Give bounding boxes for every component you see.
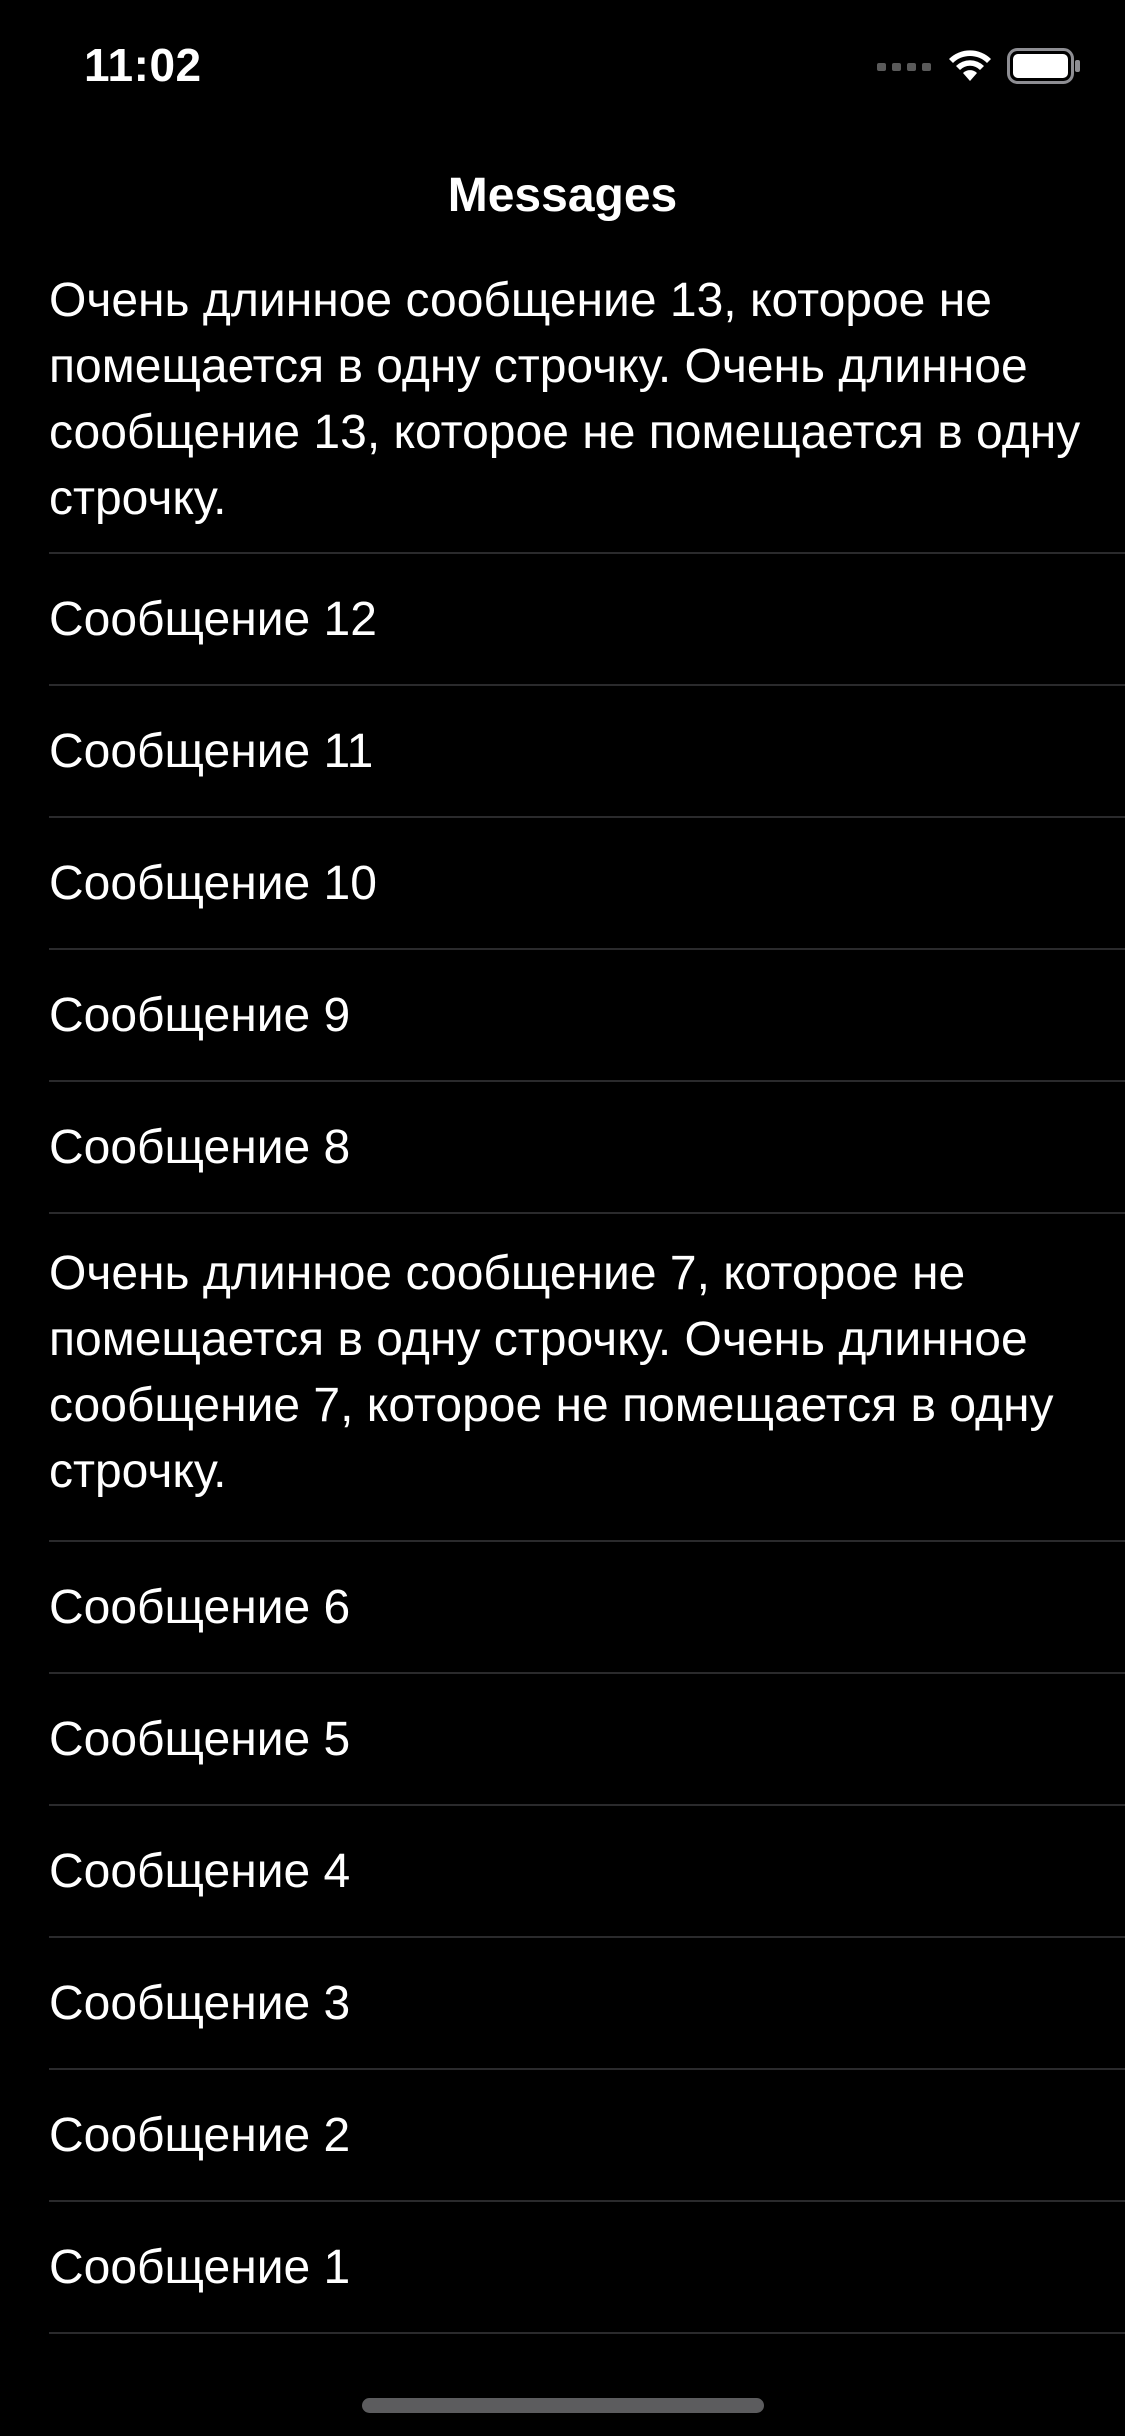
message-cell[interactable]: Очень длинное сообщение 13, которое не п…	[0, 256, 1125, 554]
message-cell[interactable]: Сообщение 5	[0, 1674, 1125, 1806]
message-cell[interactable]: Сообщение 4	[0, 1806, 1125, 1938]
message-text: Сообщение 1	[49, 2241, 351, 2294]
page-title: Messages	[447, 169, 678, 222]
message-text: Сообщение 11	[49, 725, 374, 778]
message-cell[interactable]: Сообщение 8	[0, 1082, 1125, 1214]
cellular-signal-icon	[877, 59, 933, 77]
message-text: Сообщение 8	[49, 1121, 351, 1174]
message-cell[interactable]: Сообщение 6	[0, 1542, 1125, 1674]
message-text: Сообщение 6	[49, 1581, 351, 1634]
message-cell[interactable]: Сообщение 9	[0, 950, 1125, 1082]
message-text: Сообщение 3	[49, 1977, 351, 2030]
message-cell[interactable]: Сообщение 3	[0, 1938, 1125, 2070]
wifi-icon	[947, 49, 993, 88]
home-indicator[interactable]	[362, 2398, 764, 2413]
message-cell[interactable]: Сообщение 12	[0, 554, 1125, 686]
status-icons	[877, 47, 1081, 89]
message-text: Сообщение 9	[49, 989, 351, 1042]
message-text: Сообщение 4	[49, 1845, 351, 1898]
message-text: Сообщение 12	[49, 593, 377, 646]
status-time: 11:02	[84, 39, 202, 91]
message-list[interactable]: Очень длинное сообщение 13, которое не п…	[0, 256, 1125, 2334]
status-bar: 11:02	[0, 0, 1125, 132]
message-cell[interactable]: Сообщение 2	[0, 2070, 1125, 2202]
message-cell[interactable]: Очень длинное сообщение 7, которое не по…	[0, 1214, 1125, 1542]
message-text: Очень длинное сообщение 7, которое не по…	[49, 1247, 1054, 1498]
message-text: Очень длинное сообщение 13, которое не п…	[49, 274, 1081, 525]
battery-icon	[1007, 47, 1081, 89]
message-text: Сообщение 5	[49, 1713, 351, 1766]
message-text: Сообщение 10	[49, 857, 377, 910]
message-cell[interactable]: Сообщение 1	[0, 2202, 1125, 2334]
message-cell[interactable]: Сообщение 10	[0, 818, 1125, 950]
message-text: Сообщение 2	[49, 2109, 351, 2162]
message-cell[interactable]: Сообщение 11	[0, 686, 1125, 818]
